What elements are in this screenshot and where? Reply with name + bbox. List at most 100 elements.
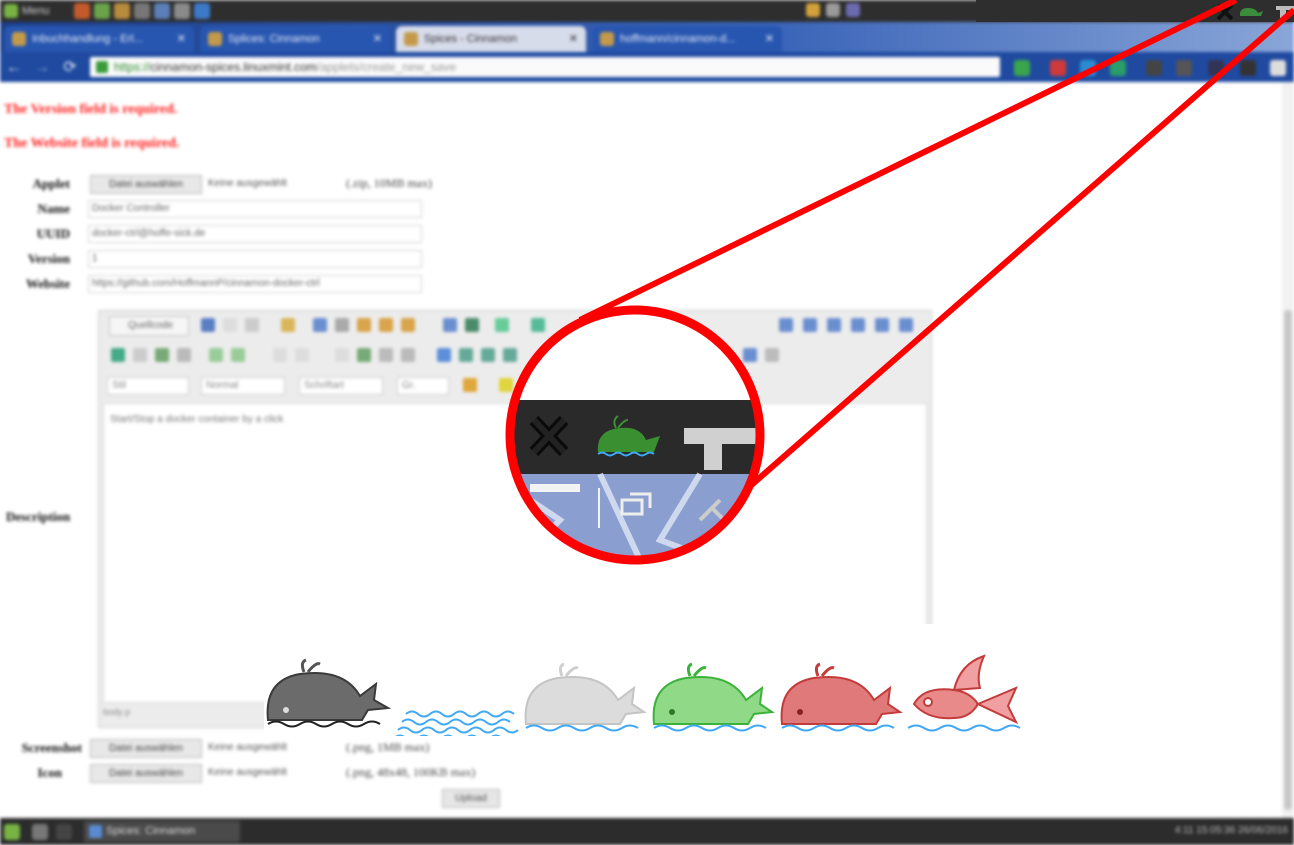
save-icon[interactable] xyxy=(201,318,215,332)
paste-word-icon[interactable] xyxy=(401,318,415,332)
bold-icon[interactable] xyxy=(111,348,125,362)
maximize-icon[interactable] xyxy=(543,378,557,392)
font-select[interactable]: Schriftart xyxy=(299,377,383,395)
blockquote-icon[interactable] xyxy=(379,348,393,362)
bulleted-list-icon[interactable] xyxy=(295,348,309,362)
workspace-icon[interactable] xyxy=(56,824,72,840)
show-desktop-icon[interactable] xyxy=(32,824,48,840)
paste-text-icon[interactable] xyxy=(379,318,393,332)
form-icon[interactable] xyxy=(851,318,865,332)
radio-icon[interactable] xyxy=(899,318,913,332)
launcher-icon[interactable] xyxy=(134,3,150,19)
subscript-icon[interactable] xyxy=(209,348,223,362)
website-field[interactable]: https://github.com/HoffmannP/cinnamon-do… xyxy=(88,275,422,293)
reload-icon[interactable]: ⟳ xyxy=(60,58,80,78)
image-icon[interactable] xyxy=(623,348,637,362)
new-page-icon[interactable] xyxy=(223,318,237,332)
extension-icon[interactable] xyxy=(1014,60,1030,76)
extension-icon[interactable] xyxy=(1146,60,1162,76)
browser-tab[interactable]: hoffmann/cinnamon-d... ✕ xyxy=(592,26,782,52)
menu-button[interactable]: Menu xyxy=(0,2,70,20)
undo-icon[interactable] xyxy=(495,318,509,332)
name-field[interactable]: Docker Controller xyxy=(88,200,422,218)
underline-icon[interactable] xyxy=(155,348,169,362)
extension-icon[interactable] xyxy=(1240,60,1256,76)
launcher-icon[interactable] xyxy=(154,3,170,19)
forward-icon[interactable]: → xyxy=(32,58,52,78)
preview-icon[interactable] xyxy=(245,318,259,332)
whale-light-icon xyxy=(524,662,647,732)
bg-color-icon[interactable] xyxy=(499,378,513,392)
align-left-icon[interactable] xyxy=(437,348,451,362)
align-right-icon[interactable] xyxy=(481,348,495,362)
launcher-icon[interactable] xyxy=(74,3,90,19)
url-field[interactable]: https://cinnamon-spices.linuxmint.com/ap… xyxy=(90,57,1000,77)
cut-icon[interactable] xyxy=(313,318,327,332)
checkbox-icon[interactable] xyxy=(875,318,889,332)
flash-icon[interactable] xyxy=(645,348,659,362)
close-icon[interactable]: ✕ xyxy=(765,26,774,52)
strike-icon[interactable] xyxy=(177,348,191,362)
superscript-icon[interactable] xyxy=(231,348,245,362)
extension-icon[interactable] xyxy=(1176,60,1192,76)
paste-icon[interactable] xyxy=(357,318,371,332)
source-button[interactable]: Quellcode xyxy=(109,316,189,336)
browser-tab-active[interactable]: Spices - Cinnamon ✕ xyxy=(396,26,586,52)
back-icon[interactable]: ← xyxy=(4,58,24,78)
text-color-icon[interactable] xyxy=(463,378,477,392)
tray-icon[interactable] xyxy=(846,3,860,17)
version-field[interactable]: 1 xyxy=(88,250,422,268)
browser-tab-bar: Inbuchhandlung - Erl... ✕ Splices: Cinnam… xyxy=(0,22,1294,52)
extension-icon[interactable] xyxy=(1110,60,1126,76)
browser-tab[interactable]: Splices: Cinnamon ✕ xyxy=(200,26,390,52)
replace-icon[interactable] xyxy=(803,318,817,332)
find-icon[interactable] xyxy=(779,318,793,332)
menu-icon[interactable] xyxy=(4,824,20,840)
hr-icon[interactable] xyxy=(689,348,703,362)
menu-icon[interactable] xyxy=(1270,60,1286,76)
copy-icon[interactable] xyxy=(335,318,349,332)
launcher-icon[interactable] xyxy=(94,3,110,19)
align-center-icon[interactable] xyxy=(459,348,473,362)
table-icon[interactable] xyxy=(667,348,681,362)
uuid-field[interactable]: docker-ctrl@hoffe-sick.de xyxy=(88,225,422,243)
icon-file-button[interactable]: Datei auswählen xyxy=(90,764,202,783)
help-icon[interactable] xyxy=(599,378,613,392)
template-icon[interactable] xyxy=(281,318,295,332)
close-icon[interactable]: ✕ xyxy=(177,26,186,52)
applet-file-button[interactable]: Datei auswählen xyxy=(90,175,202,194)
bottom-taskbar: Spices: Cinnamon 4:11 15:05:36 26/06/201… xyxy=(0,818,1294,845)
launcher-icon[interactable] xyxy=(194,3,210,19)
pagebreak-icon[interactable] xyxy=(765,348,779,362)
taskbar-window-button[interactable]: Spices: Cinnamon xyxy=(84,821,240,842)
close-icon[interactable]: ✕ xyxy=(569,26,578,52)
show-blocks-icon[interactable] xyxy=(565,378,579,392)
select-all-icon[interactable] xyxy=(827,318,841,332)
upload-button[interactable]: Upload xyxy=(442,789,500,808)
tray-icon[interactable] xyxy=(826,3,840,17)
print-icon[interactable] xyxy=(443,318,457,332)
launcher-icon[interactable] xyxy=(114,3,130,19)
redo-icon[interactable] xyxy=(531,318,545,332)
justify-icon[interactable] xyxy=(503,348,517,362)
extension-icon[interactable] xyxy=(1080,60,1096,76)
iframe-icon[interactable] xyxy=(743,348,757,362)
scrollbar-thumb[interactable] xyxy=(1284,310,1292,810)
numbered-list-icon[interactable] xyxy=(273,348,287,362)
whale-green-icon xyxy=(652,662,775,732)
browser-tab[interactable]: Inbuchhandlung - Erl... ✕ xyxy=(4,26,194,52)
extension-icon[interactable] xyxy=(1208,60,1224,76)
launcher-icon[interactable] xyxy=(174,3,190,19)
screenshot-file-button[interactable]: Datei auswählen xyxy=(90,739,202,758)
outdent-icon[interactable] xyxy=(335,348,349,362)
indent-icon[interactable] xyxy=(357,348,371,362)
extension-icon[interactable] xyxy=(1050,60,1066,76)
format-select[interactable]: Normal xyxy=(201,377,285,395)
italic-icon[interactable] xyxy=(133,348,147,362)
size-select[interactable]: Gr. xyxy=(397,377,449,395)
spellcheck-icon[interactable] xyxy=(465,318,479,332)
close-icon[interactable]: ✕ xyxy=(373,26,382,52)
tray-icon[interactable] xyxy=(806,3,820,17)
div-icon[interactable] xyxy=(401,348,415,362)
style-select[interactable]: Stil xyxy=(107,377,189,395)
